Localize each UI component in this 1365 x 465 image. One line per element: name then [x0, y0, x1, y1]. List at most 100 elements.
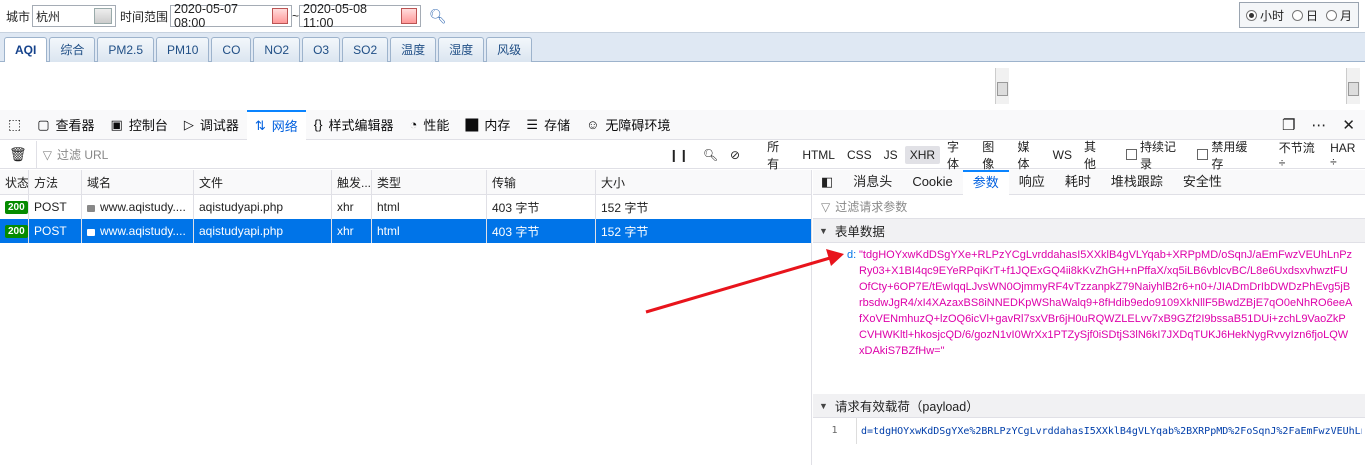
type-media[interactable]: 媒体 [1012, 136, 1045, 174]
memory-icon: ⬛︎ [465, 116, 479, 132]
row-size: 152 字节 [601, 224, 649, 239]
performance-icon: ◔ [409, 117, 418, 132]
type-all[interactable]: 所有 [762, 136, 795, 174]
console-icon: ▣ [110, 116, 123, 132]
table-header: 状态 方法 域名 文件 触发... 类型 传输 大小 [0, 170, 811, 195]
col-method[interactable]: 方法 [29, 170, 82, 194]
tab-wind[interactable]: 风级 [486, 37, 533, 62]
persist-log-checkbox[interactable]: 持续记录 [1126, 138, 1187, 172]
throttle-select[interactable]: 不节流 ÷ [1279, 139, 1324, 170]
city-dropdown-icon[interactable] [94, 8, 113, 24]
tab-pm25[interactable]: PM2.5 [97, 37, 155, 62]
tool-memory[interactable]: ⬛︎ 内存 [457, 110, 518, 140]
col-file[interactable]: 文件 [194, 170, 332, 194]
type-font[interactable]: 字体 [942, 136, 975, 174]
table-row[interactable]: 200 POST www.aqistudy.... aqistudyapi.ph… [0, 195, 811, 219]
filter-bar: 城市 杭州 时间范围 2020-05-07 08:00 ~ 2020-05-08… [0, 0, 1365, 32]
calendar-icon[interactable] [401, 8, 418, 24]
tab-humidity[interactable]: 湿度 [438, 37, 485, 62]
block-icon[interactable]: ⊘ [730, 148, 740, 162]
disable-cache-box[interactable] [1197, 149, 1209, 160]
network-icon: ⇅ [254, 117, 266, 133]
close-icon[interactable]: ✕ [1342, 116, 1355, 134]
type-filters: 所有 HTML CSS JS XHR 字体 图像 媒体 WS 其他 [762, 136, 1112, 174]
tab-response[interactable]: 响应 [1009, 170, 1055, 195]
filter-params-placeholder: 过滤请求参数 [835, 200, 908, 214]
scroll-thumb[interactable] [997, 82, 1008, 96]
tool-debugger[interactable]: ▷ 调试器 [176, 110, 247, 140]
tab-pm10[interactable]: PM10 [156, 37, 210, 62]
tool-performance[interactable]: ◔ 性能 [402, 110, 458, 140]
payload-section[interactable]: ▼ 请求有效载荷（payload） [813, 394, 1365, 418]
toggle-sidebar-icon[interactable]: ◧ [813, 174, 843, 190]
trash-icon[interactable]: 🗑︎ [0, 146, 36, 163]
tool-accessibility[interactable]: ☺ 无障碍环境 [578, 110, 678, 140]
radio-month[interactable] [1325, 9, 1337, 21]
type-xhr[interactable]: XHR [904, 145, 941, 164]
tool-console[interactable]: ▣ 控制台 [103, 110, 176, 140]
tab-stack-trace[interactable]: 堆栈跟踪 [1101, 170, 1173, 195]
end-time-input[interactable]: 2020-05-08 11:00 [299, 2, 422, 30]
type-image[interactable]: 图像 [977, 136, 1010, 174]
col-type[interactable]: 类型 [372, 170, 487, 194]
tab-co[interactable]: CO [211, 37, 252, 62]
type-html[interactable]: HTML [797, 146, 840, 164]
tool-style-editor[interactable]: {} 样式编辑器 [306, 110, 402, 140]
tab-composite[interactable]: 综合 [49, 37, 96, 62]
dock-icon[interactable]: ❐ [1282, 116, 1295, 134]
col-domain[interactable]: 域名 [82, 170, 194, 194]
tab-params[interactable]: 参数 [962, 169, 1009, 195]
row-status: 200 [0, 219, 29, 243]
calendar-icon[interactable] [272, 8, 289, 24]
city-select[interactable]: 杭州 [32, 5, 117, 27]
tab-o3[interactable]: O3 [302, 37, 341, 62]
start-time-input[interactable]: 2020-05-07 08:00 [170, 2, 293, 30]
persist-log-box[interactable] [1126, 149, 1138, 160]
tool-storage[interactable]: ☰ 存储 [518, 110, 578, 140]
type-ws[interactable]: WS [1048, 146, 1077, 164]
scroll-thumb[interactable] [1348, 82, 1359, 96]
type-other[interactable]: 其他 [1079, 136, 1112, 174]
disable-cache-checkbox[interactable]: 禁用缓存 [1197, 138, 1258, 172]
tab-no2[interactable]: NO2 [253, 37, 301, 62]
radio-hour[interactable] [1245, 9, 1257, 21]
more-icon[interactable]: ⋯ [1311, 116, 1326, 134]
tab-security[interactable]: 安全性 [1173, 170, 1232, 195]
right-scrollbar[interactable] [1346, 68, 1360, 104]
type-js[interactable]: JS [879, 146, 903, 164]
col-transferred[interactable]: 传输 [487, 170, 596, 194]
pick-element-icon[interactable]: ⬚ [0, 116, 29, 133]
tool-network[interactable]: ⇅ 网络 [246, 109, 306, 140]
tab-temperature[interactable]: 温度 [390, 37, 437, 62]
search-icon[interactable]: 🔍︎ [429, 8, 447, 25]
filter-params-input[interactable]: ▽ 过滤请求参数 [813, 195, 1365, 219]
expand-icon: ▼ [819, 225, 828, 236]
col-cause[interactable]: 触发... [332, 170, 372, 194]
end-time-value: 2020-05-08 11:00 [303, 2, 367, 30]
left-scrollbar[interactable] [995, 68, 1009, 104]
tab-cookies[interactable]: Cookie [902, 170, 962, 195]
col-size[interactable]: 大小 [596, 170, 810, 194]
radio-day[interactable] [1291, 9, 1303, 21]
tab-timings[interactable]: 耗时 [1055, 170, 1101, 195]
form-data-section[interactable]: ▼ 表单数据 [813, 219, 1365, 243]
period-day[interactable]: 日 [1291, 7, 1318, 24]
tab-so2[interactable]: SO2 [342, 37, 389, 62]
har-menu[interactable]: HAR ÷ [1330, 141, 1365, 169]
table-row[interactable]: 200 POST www.aqistudy.... aqistudyapi.ph… [0, 219, 811, 243]
pause-icon[interactable]: ❙❙ [669, 148, 689, 162]
tab-headers[interactable]: 消息头 [843, 170, 902, 195]
period-hour[interactable]: 小时 [1245, 7, 1284, 24]
search-icon[interactable]: 🔍︎ [703, 148, 718, 162]
row-type: html [372, 195, 487, 219]
filter-url-input[interactable]: ▽ 过滤 URL [35, 140, 649, 169]
period-month[interactable]: 月 [1325, 7, 1352, 24]
tool-inspector[interactable]: ▢ 查看器 [29, 110, 102, 140]
tab-aqi[interactable]: AQI [4, 37, 48, 62]
lock-icon [87, 204, 95, 212]
col-status[interactable]: 状态 [0, 170, 29, 194]
type-css[interactable]: CSS [842, 146, 877, 164]
request-details: ◧ 消息头 Cookie 参数 响应 耗时 堆栈跟踪 安全性 ▽ 过滤请求参数 … [813, 169, 1365, 465]
status-badge: 200 [5, 224, 28, 238]
row-file: aqistudyapi.php [194, 219, 332, 243]
